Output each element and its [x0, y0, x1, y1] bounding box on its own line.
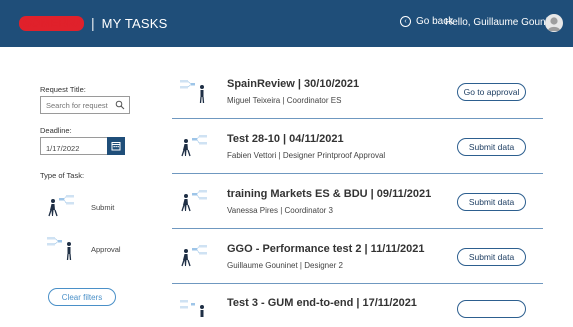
brand-logo[interactable]: SOMEBRAND: [19, 15, 84, 31]
task-row: training Markets ES & BDU | 09/11/2021 V…: [172, 175, 543, 229]
top-bar: SOMEBRAND | MY TASKS ‹ Go back Hello, Gu…: [0, 0, 573, 47]
type-filter-submit[interactable]: Submit: [45, 192, 135, 222]
task-title[interactable]: Test 28-10 | 04/11/2021: [227, 133, 344, 145]
calendar-button[interactable]: [107, 137, 125, 155]
calendar-icon: [111, 142, 121, 151]
task-row: Test 3 - GUM end-to-end | 17/11/2021: [172, 295, 543, 327]
type-submit-label: Submit: [91, 203, 115, 212]
brand-separator: |: [91, 15, 95, 31]
task-title[interactable]: training Markets ES & BDU | 09/11/2021: [227, 188, 431, 200]
request-title-label: Request Title:: [40, 85, 86, 94]
go-to-approval-button[interactable]: Go to approval: [457, 83, 526, 101]
brand: SOMEBRAND | MY TASKS: [19, 15, 168, 31]
person-flow-icon: [181, 245, 207, 267]
task-subtitle: Fabien Vettori | Designer Printproof App…: [227, 151, 386, 160]
clear-filters-button[interactable]: Clear filters: [48, 288, 116, 306]
back-arrow-icon: ‹: [400, 16, 411, 27]
deadline-picker: [40, 137, 125, 157]
user-avatar-icon[interactable]: [545, 14, 563, 32]
task-subtitle: Miguel Teixeira | Coordinator ES: [227, 96, 342, 105]
task-title[interactable]: Test 3 - GUM end-to-end | 17/11/2021: [227, 297, 417, 309]
submit-data-button[interactable]: Submit data: [457, 193, 526, 211]
deadline-input[interactable]: [41, 140, 107, 157]
task-title[interactable]: GGO - Performance test 2 | 11/11/2021: [227, 243, 425, 255]
task-subtitle: Guillaume Gouninet | Designer 2: [227, 261, 343, 270]
search-input[interactable]: [41, 97, 113, 113]
flow-person-icon: [180, 80, 205, 104]
task-row: GGO - Performance test 2 | 11/11/2021 Gu…: [172, 230, 543, 284]
submit-data-button[interactable]: Submit data: [457, 248, 526, 266]
search-box: [40, 96, 130, 114]
type-approval-label: Approval: [91, 245, 121, 254]
task-subtitle: Vanessa Pires | Coordinator 3: [227, 206, 333, 215]
person-flow-icon: [181, 135, 207, 157]
person-flow-icon: [181, 190, 207, 212]
type-of-task-label: Type of Task:: [40, 171, 85, 180]
flow-person-icon: [47, 237, 72, 261]
page-title: MY TASKS: [101, 15, 168, 31]
person-flow-icon: [48, 195, 74, 217]
search-icon[interactable]: [115, 100, 125, 110]
submit-data-button[interactable]: Submit data: [457, 138, 526, 156]
task-row: SpainReview | 30/10/2021 Miguel Teixeira…: [172, 65, 543, 119]
task-title[interactable]: SpainReview | 30/10/2021: [227, 78, 359, 90]
task-row: Test 28-10 | 04/11/2021 Fabien Vettori |…: [172, 120, 543, 174]
type-filter-approval[interactable]: Approval: [45, 234, 135, 264]
task-action-button[interactable]: [457, 300, 526, 318]
deadline-label: Deadline:: [40, 126, 72, 135]
flow-person-icon: [180, 300, 204, 317]
